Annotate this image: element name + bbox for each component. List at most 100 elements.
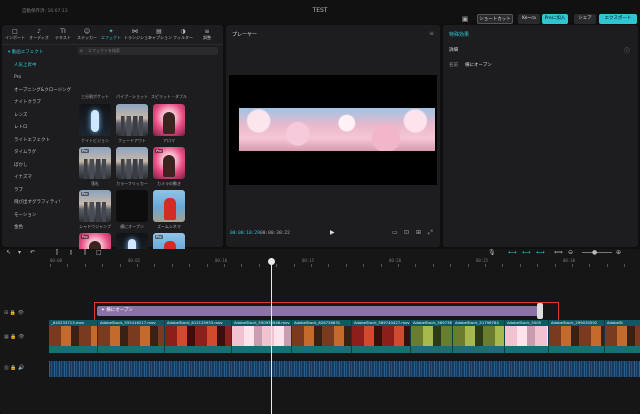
tab-icon: TI: [60, 28, 66, 35]
dropdown-icon[interactable]: ▾: [18, 249, 21, 256]
video-clip[interactable]: AdobeStock_589740427.mov: [352, 320, 411, 353]
sidebar-item-8[interactable]: タイムラグ: [2, 147, 72, 160]
snap-icon[interactable]: ⟷: [508, 249, 517, 256]
sidebar-item-11[interactable]: ラブ: [2, 185, 72, 198]
time-ruler[interactable]: 00:00 00:05 00:10 00:15 00:20 00:25 00:30: [50, 258, 640, 268]
effect-thumbnail[interactable]: [153, 190, 185, 222]
tab-2[interactable]: TI テキスト: [52, 28, 74, 42]
undo-icon[interactable]: ↶: [30, 249, 35, 256]
video-clip[interactable]: AdobeStock_612125953.mov: [165, 320, 232, 353]
info-icon[interactable]: ⓘ: [624, 46, 630, 55]
delete-icon[interactable]: □: [96, 249, 102, 256]
zoom-knob-icon[interactable]: ●: [592, 249, 597, 256]
effect-trim-handle[interactable]: [537, 303, 543, 319]
user-button[interactable]: Ke~ra: [518, 14, 540, 24]
sidebar-item-2[interactable]: Pro: [2, 72, 72, 85]
video-preview[interactable]: [229, 75, 437, 185]
effect-label: ナイトビジョン: [81, 138, 109, 143]
select-tool-icon[interactable]: ↖: [6, 249, 11, 256]
sidebar-item-12[interactable]: 飛び出すグラフィティ!: [2, 197, 72, 210]
preview-axis-icon[interactable]: ⟷: [536, 249, 545, 256]
menu-icon[interactable]: ≡: [429, 30, 434, 37]
shortcut-button[interactable]: ショートカット: [477, 14, 513, 24]
effect-thumbnail[interactable]: [116, 147, 148, 179]
share-button[interactable]: シェア: [574, 14, 596, 24]
play-icon[interactable]: ▶: [330, 229, 335, 236]
playhead[interactable]: [271, 258, 272, 414]
sidebar-item-14[interactable]: 金色: [2, 222, 72, 235]
video-track-controls[interactable]: ▦ 🔒 👁: [4, 334, 24, 340]
video-clip[interactable]: AdobeStock_555416217.mov: [98, 320, 165, 353]
video-frame: [239, 108, 435, 151]
ruler-tick: [258, 264, 260, 267]
details-header[interactable]: 特殊効果: [449, 31, 469, 38]
effect-label: カラーフリッカー: [116, 181, 148, 186]
ruler-tick: [328, 264, 330, 267]
tab-icon: □: [12, 28, 18, 35]
tab-1[interactable]: ♪ オーディオ: [28, 28, 50, 42]
video-clip[interactable]: AdobeStock_51796784: [453, 320, 505, 353]
sidebar-item-0[interactable]: ▾ 動画エフェクト: [2, 47, 72, 60]
clip-frames: [98, 326, 164, 346]
playhead-handle[interactable]: [268, 258, 275, 265]
clip-frames: [232, 326, 291, 346]
sidebar-item-5[interactable]: レンズ: [2, 110, 72, 123]
effect-track-controls[interactable]: ⊞ 🔒 👁: [4, 310, 24, 316]
sidebar-item-9[interactable]: ぼかし: [2, 160, 72, 173]
link-icon[interactable]: ⟷: [522, 249, 531, 256]
effect-thumbnail[interactable]: Pro: [153, 147, 185, 179]
tab-3[interactable]: ☺ ステッカー: [76, 28, 98, 42]
audio-track-controls[interactable]: ▥ 🔒 🔊: [4, 365, 24, 371]
tab-5[interactable]: ⋈ トランジション: [124, 28, 152, 42]
video-clip[interactable]: AdobeSt: [605, 320, 640, 353]
sidebar-item-13[interactable]: モーション: [2, 210, 72, 223]
layout-icon[interactable]: ▣: [460, 14, 470, 24]
ruler-label: 00:15: [302, 258, 315, 263]
tab-7[interactable]: ◑ フィルター: [172, 28, 194, 42]
fullscreen-icon[interactable]: ⤢: [428, 229, 433, 237]
split-icon[interactable]: ⫿: [56, 249, 58, 257]
focus-icon[interactable]: ⊡: [404, 229, 409, 236]
split-left-icon[interactable]: ⫾: [70, 249, 72, 257]
sidebar-item-4[interactable]: ナイトクラブ: [2, 97, 72, 110]
effect-clip[interactable]: ✦ 横にオープン: [97, 303, 543, 319]
video-clip[interactable]: AdobeStock_626756631: [292, 320, 352, 353]
effect-thumbnail[interactable]: [116, 190, 148, 222]
microphone-icon[interactable]: 🎙: [488, 249, 496, 256]
clip-waveform: [292, 346, 351, 353]
total-time: 00:00:30:22: [260, 231, 290, 236]
effect-thumbnail[interactable]: Pro: [79, 190, 111, 222]
effect-thumbnail[interactable]: [153, 104, 185, 136]
zoom-out-icon[interactable]: ⊖: [568, 249, 573, 256]
effect-thumbnail[interactable]: [79, 104, 111, 136]
split-right-icon[interactable]: ⫿: [84, 249, 86, 257]
sidebar-item-7[interactable]: ライトエフェクト: [2, 135, 72, 148]
crop-icon[interactable]: ⊞: [416, 229, 421, 236]
pro-badge: Pro: [81, 235, 89, 239]
effect-thumbnail[interactable]: Pro: [79, 147, 111, 179]
sidebar-item-6[interactable]: レトロ: [2, 122, 72, 135]
clip-frames: [49, 326, 97, 346]
video-clip[interactable]: AdobeStock_550935946.mov: [232, 320, 292, 353]
video-clip[interactable]: AdobeStock_5005: [505, 320, 549, 353]
fit-icon[interactable]: ⟺: [554, 249, 563, 256]
sidebar-item-3[interactable]: オープニング&クロージング: [2, 85, 72, 98]
effect-thumbnail[interactable]: [116, 104, 148, 136]
zoom-in-icon[interactable]: ⊕: [616, 249, 621, 256]
sidebar-item-10[interactable]: イナズマ: [2, 172, 72, 185]
tab-6[interactable]: ▤ キャプション: [148, 28, 172, 42]
video-clip[interactable]: AdobeStock_589738: [411, 320, 453, 353]
ruler-tick: [432, 264, 434, 267]
export-button[interactable]: エクスポート: [599, 14, 637, 24]
tab-4[interactable]: ✦ エフェクト: [100, 28, 122, 42]
video-clip[interactable]: AdobeStock_299030592: [549, 320, 605, 353]
clip-name: AdobeStock_555416217.mov: [99, 320, 157, 325]
sidebar-item-1[interactable]: 人気上昇中: [2, 60, 72, 73]
tab-0[interactable]: □ インポート: [4, 28, 26, 42]
pro-button[interactable]: Proに加入: [542, 14, 568, 24]
ratio-icon[interactable]: ▭: [392, 229, 398, 236]
audio-track[interactable]: [49, 361, 640, 377]
tab-8[interactable]: ≡ 調整: [196, 28, 218, 42]
video-clip[interactable]: _640233713.mov: [49, 320, 98, 353]
effects-search-input[interactable]: ⌕ エフェクトを検索: [78, 47, 218, 55]
